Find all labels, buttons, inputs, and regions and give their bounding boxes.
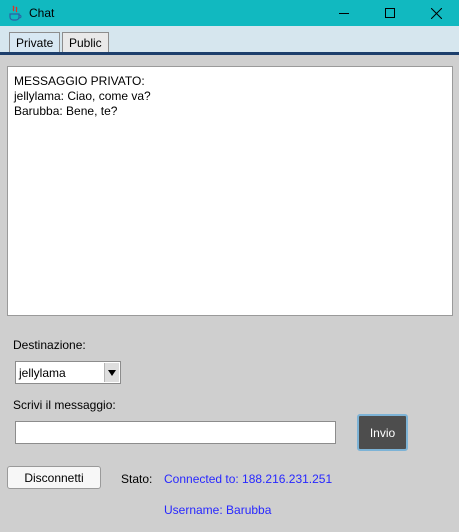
chat-line: jellylama: Ciao, come va? (14, 89, 151, 103)
connection-status: Connected to: 188.216.231.251 (164, 472, 333, 486)
minimize-button[interactable] (321, 0, 367, 26)
chat-line: Barubba: Bene, te? (14, 104, 118, 118)
status-label: Stato: (121, 472, 153, 486)
tab-bar: Private Public (0, 26, 459, 54)
send-button[interactable]: Invio (357, 414, 408, 451)
disconnect-button[interactable]: Disconnetti (7, 466, 101, 489)
close-button[interactable] (413, 0, 459, 26)
window-title: Chat (29, 6, 55, 20)
username-label: Username: Barubba (164, 503, 272, 517)
title-bar: Chat (0, 0, 459, 26)
minimize-icon (339, 13, 349, 14)
chat-line: MESSAGGIO PRIVATO: (14, 74, 145, 88)
java-app-icon (7, 5, 23, 21)
destination-label: Destinazione: (13, 338, 86, 352)
tab-private[interactable]: Private (9, 32, 61, 54)
destination-selected-value: jellylama (19, 366, 66, 380)
tab-underline (0, 52, 459, 55)
message-input[interactable] (15, 421, 336, 444)
message-label: Scrivi il messaggio: (13, 398, 116, 412)
maximize-icon (385, 8, 395, 18)
tab-public[interactable]: Public (62, 32, 109, 54)
maximize-button[interactable] (367, 0, 413, 26)
chat-text-area[interactable]: MESSAGGIO PRIVATO: jellylama: Ciao, come… (7, 66, 453, 316)
close-icon (430, 7, 442, 19)
destination-select[interactable]: jellylama (15, 361, 121, 384)
window-controls (321, 0, 459, 26)
dropdown-arrow-icon[interactable] (104, 363, 119, 382)
